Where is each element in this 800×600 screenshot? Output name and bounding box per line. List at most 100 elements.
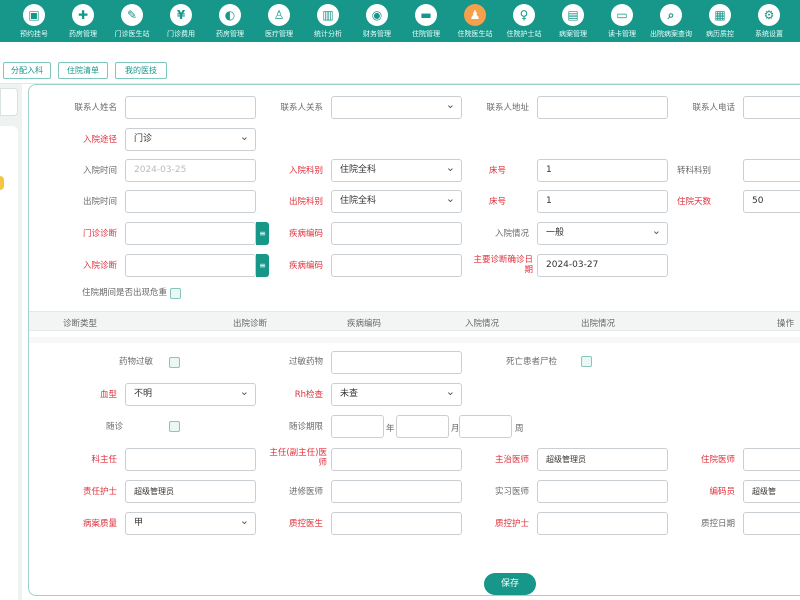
nav-label: 读卡管理 xyxy=(608,30,636,38)
tab-inpatient-list[interactable]: 住院清单 xyxy=(58,62,108,79)
nav-item-8[interactable]: ▬ 住院管理 xyxy=(404,0,448,42)
nav-item-14[interactable]: ▦ 病历质控 xyxy=(698,0,742,42)
contact-name-label: 联系人姓名 xyxy=(74,103,117,113)
admission-diag-label: 入院诊断 xyxy=(82,261,117,271)
admission-time-input[interactable]: 2024-03-25 xyxy=(125,159,256,182)
drug-allergy-checkbox[interactable] xyxy=(169,357,180,368)
nav-item-11[interactable]: ▤ 病案管理 xyxy=(551,0,595,42)
doctor-icon: ✎ xyxy=(121,4,143,26)
nav-label: 门诊费用 xyxy=(167,30,195,38)
col-admission-condition: 入院情况 xyxy=(465,319,500,329)
left-pane xyxy=(0,84,22,600)
critical-label: 住院期间是否出现危重 xyxy=(81,288,167,298)
followup-weeks-input[interactable] xyxy=(459,415,512,438)
coin-icon: ¥ xyxy=(170,4,192,26)
nav-item-4[interactable]: ◐ 药房管理 xyxy=(208,0,252,42)
contact-relation-select[interactable] xyxy=(331,94,462,119)
card-icon: ▭ xyxy=(611,4,633,26)
user-icon: ♙ xyxy=(268,4,290,26)
nav-label: 住院管理 xyxy=(412,30,440,38)
transfer-dept-label: 转科科别 xyxy=(676,166,711,176)
resident-input[interactable] xyxy=(743,448,800,471)
dept-director-label: 科主任 xyxy=(91,455,117,465)
autopsy-label: 死亡患者尸检 xyxy=(505,357,557,367)
outpatient-diag-input[interactable] xyxy=(125,222,256,245)
admission-condition-select[interactable]: 一般 xyxy=(537,220,668,245)
col-actions: 操作 xyxy=(777,319,795,329)
pill-icon: ◐ xyxy=(219,4,241,26)
stay-days-input[interactable]: 50 xyxy=(743,190,800,213)
attending-label: 主治医师 xyxy=(494,455,529,465)
nav-label: 系统设置 xyxy=(755,30,783,38)
nurse-input[interactable]: 超级管理员 xyxy=(125,480,256,503)
chief-physician-label: 主任(副主任)医师 xyxy=(269,448,327,468)
nav-item-13[interactable]: ⌕ 出院病案查询 xyxy=(649,0,693,42)
nav-item-1[interactable]: ✚ 药房管理 xyxy=(61,0,105,42)
inpatient-doctor-icon: ♟ xyxy=(464,4,486,26)
nav-item-5[interactable]: ♙ 医疗管理 xyxy=(257,0,301,42)
blood-type-select[interactable]: 不明 xyxy=(125,381,256,406)
advanced-doctor-input[interactable] xyxy=(331,480,462,503)
admission-route-label: 入院途径 xyxy=(82,135,117,145)
nav-item-6[interactable]: ▥ 统计分析 xyxy=(306,0,350,42)
top-navigation: ▣ 预约挂号 ✚ 药房管理 ✎ 门诊医生站 ¥ 门诊费用 ◐ 药房管理 ♙ 医疗管理 ▥ 统计分析 ◉ 财务管… xyxy=(0,0,800,42)
coder-input[interactable]: 超级管 xyxy=(743,480,800,503)
contact-address-input[interactable] xyxy=(537,96,668,119)
main-diag-date-input[interactable]: 2024-03-27 xyxy=(537,254,668,277)
save-button[interactable]: 保存 xyxy=(484,573,536,595)
search-record-icon: ⌕ xyxy=(660,4,682,26)
followup-checkbox[interactable] xyxy=(169,421,180,432)
contact-name-input[interactable] xyxy=(125,96,256,119)
nav-item-10[interactable]: ♀ 住院护士站 xyxy=(502,0,546,42)
admission-condition-label: 入院情况 xyxy=(494,229,529,239)
followup-years-input[interactable] xyxy=(331,415,384,438)
discharge-time-input[interactable] xyxy=(125,190,256,213)
allergy-drug-input[interactable] xyxy=(331,351,462,374)
attending-input[interactable]: 超级管理员 xyxy=(537,448,668,471)
nav-item-12[interactable]: ▭ 读卡管理 xyxy=(600,0,644,42)
outpatient-diag-label: 门诊诊断 xyxy=(82,229,117,239)
clipboard-icon: ▦ xyxy=(709,4,731,26)
transfer-dept-input[interactable] xyxy=(743,159,800,182)
record-icon: ▤ xyxy=(562,4,584,26)
nav-item-2[interactable]: ✎ 门诊医生站 xyxy=(110,0,154,42)
autopsy-checkbox[interactable] xyxy=(581,356,592,367)
admission-diag-input[interactable] xyxy=(125,254,256,277)
followup-months-input[interactable] xyxy=(396,415,449,438)
nav-item-3[interactable]: ¥ 门诊费用 xyxy=(159,0,203,42)
disease-code-input[interactable] xyxy=(331,222,462,245)
disease-code2-input[interactable] xyxy=(331,254,462,277)
qc-nurse-input[interactable] xyxy=(537,512,668,535)
quality-select[interactable]: 甲 xyxy=(125,510,256,535)
calendar-icon: ▣ xyxy=(23,4,45,26)
qc-date-input[interactable] xyxy=(743,512,800,535)
tab-my-tech[interactable]: 我的医技 xyxy=(115,62,167,79)
chart-icon: ▥ xyxy=(317,4,339,26)
nav-item-7[interactable]: ◉ 财务管理 xyxy=(355,0,399,42)
drug-allergy-label: 药物过敏 xyxy=(118,357,153,367)
nav-item-0[interactable]: ▣ 预约挂号 xyxy=(12,0,56,42)
critical-checkbox[interactable] xyxy=(170,288,181,299)
dept-director-input[interactable] xyxy=(125,448,256,471)
nav-label: 病案管理 xyxy=(559,30,587,38)
nav-label: 住院护士站 xyxy=(506,30,542,38)
collapse-button[interactable] xyxy=(0,88,18,116)
qc-doctor-input[interactable] xyxy=(331,512,462,535)
tab-assign-dept[interactable]: 分配入科 xyxy=(3,62,51,79)
rh-select[interactable]: 未查 xyxy=(331,381,462,406)
chief-physician-input[interactable] xyxy=(331,448,462,471)
qc-nurse-label: 质控护士 xyxy=(494,519,529,529)
admission-route-select[interactable]: 门诊 xyxy=(125,126,256,151)
discharge-record-form: 联系人姓名 联系人关系 联系人地址 联系人电话 入院途径 门诊 入院时间 202… xyxy=(28,84,800,596)
pharmacy-icon: ✚ xyxy=(72,4,94,26)
contact-address-label: 联系人地址 xyxy=(486,103,529,113)
nav-label: 统计分析 xyxy=(314,30,342,38)
nav-item-15[interactable]: ⚙ 系统设置 xyxy=(747,0,791,42)
col-diag-type: 诊断类型 xyxy=(63,319,98,329)
nav-label: 住院医生站 xyxy=(457,30,493,38)
intern-input[interactable] xyxy=(537,480,668,503)
nav-item-9[interactable]: ♟ 住院医生站 xyxy=(453,0,497,42)
nav-label: 财务管理 xyxy=(363,30,391,38)
nav-label: 预约挂号 xyxy=(20,30,48,38)
contact-phone-input[interactable] xyxy=(743,96,800,119)
